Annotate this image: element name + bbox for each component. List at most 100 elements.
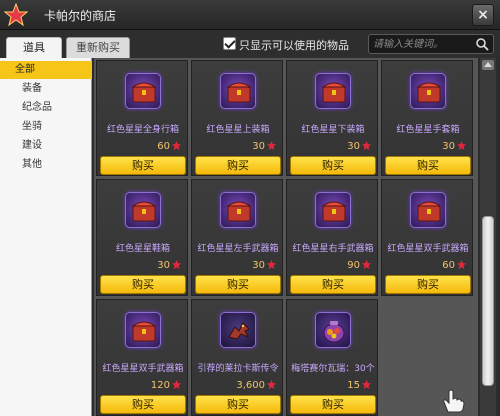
item-price: 120 bbox=[151, 380, 181, 391]
item-card[interactable]: 红色星星手套箱 30 购买 bbox=[381, 60, 473, 176]
category-build[interactable]: 建设 bbox=[0, 137, 92, 155]
buy-button[interactable]: 购买 bbox=[290, 156, 376, 175]
close-button[interactable]: × bbox=[472, 4, 494, 26]
scroll-up-arrow-icon[interactable] bbox=[482, 60, 494, 70]
tab-rebuy[interactable]: 重新购买 bbox=[66, 37, 130, 58]
red-star-gem-icon bbox=[267, 141, 276, 150]
window-title: 卡帕尔的商店 bbox=[44, 9, 117, 23]
search-icon[interactable] bbox=[475, 37, 489, 51]
item-card[interactable]: 红色星星鞋箱 30 购买 bbox=[96, 179, 188, 296]
title-bar[interactable]: 卡帕尔的商店 × bbox=[0, 0, 500, 30]
item-price: 15 bbox=[347, 380, 371, 391]
item-price: 30 bbox=[252, 260, 276, 271]
category-other[interactable]: 其他 bbox=[0, 156, 92, 174]
category-sidebar: 全部 装备 纪念品 坐骑 建设 其他 bbox=[0, 58, 92, 416]
item-card[interactable]: 红色星星全身行箱 60 购买 bbox=[96, 60, 188, 176]
usable-filter-label: 只显示可以使用的物品 bbox=[239, 39, 349, 52]
shop-logo-icon bbox=[4, 3, 28, 27]
red-chest-icon bbox=[125, 312, 161, 348]
category-souvenir[interactable]: 纪念品 bbox=[0, 99, 92, 117]
scroll-thumb[interactable] bbox=[482, 216, 494, 386]
buy-button[interactable]: 购买 bbox=[195, 156, 281, 175]
toolbar: 道具 重新购买 只显示可以使用的物品 bbox=[0, 30, 500, 58]
item-name: 红色星星全身行箱 bbox=[106, 125, 179, 135]
price-value: 60 bbox=[157, 141, 170, 152]
buy-button[interactable]: 购买 bbox=[100, 275, 186, 294]
scrollbar[interactable] bbox=[480, 58, 496, 416]
red-chest-icon bbox=[125, 192, 161, 228]
category-label: 建设 bbox=[22, 140, 42, 151]
buy-button[interactable]: 购买 bbox=[195, 275, 281, 294]
item-name: 红色星星下装箱 bbox=[301, 125, 365, 135]
item-price: 30 bbox=[442, 141, 466, 152]
red-chest-icon bbox=[220, 192, 256, 228]
buy-button[interactable]: 购买 bbox=[385, 156, 471, 175]
red-chest-icon bbox=[410, 192, 446, 228]
item-card[interactable]: 梅塔赛尔瓦瑞：30个 15 购买 bbox=[286, 299, 378, 416]
hand-cursor-icon bbox=[443, 389, 465, 413]
tab-items[interactable]: 道具 bbox=[6, 37, 62, 58]
item-name: 红色星星双手武器箱 bbox=[102, 364, 184, 374]
red-star-gem-icon bbox=[172, 380, 181, 389]
search-box bbox=[368, 34, 494, 54]
category-label: 全部 bbox=[15, 64, 35, 75]
item-price: 30 bbox=[252, 141, 276, 152]
shop-window: 卡帕尔的商店 × 道具 重新购买 只显示可以使用的物品 全部 装备 纪念品 坐骑… bbox=[0, 0, 500, 416]
item-price: 90 bbox=[347, 260, 371, 271]
buy-button[interactable]: 购买 bbox=[290, 275, 376, 294]
price-value: 30 bbox=[442, 141, 455, 152]
item-card[interactable]: 红色星星双手武器箱 60 购买 bbox=[381, 179, 473, 296]
search-input[interactable] bbox=[373, 37, 473, 52]
red-chest-icon bbox=[315, 73, 351, 109]
item-card[interactable]: 红色星星上装箱 30 购买 bbox=[191, 60, 283, 176]
price-value: 90 bbox=[347, 260, 360, 271]
item-name: 红色星星鞋箱 bbox=[115, 244, 170, 254]
category-mount[interactable]: 坐骑 bbox=[0, 118, 92, 136]
red-star-gem-icon bbox=[267, 260, 276, 269]
red-star-gem-icon bbox=[267, 380, 276, 389]
potion-pouch-icon bbox=[315, 312, 351, 348]
item-card[interactable]: 红色星星左手武器箱 30 购买 bbox=[191, 179, 283, 296]
item-name: 梅塔赛尔瓦瑞：30个 bbox=[291, 364, 375, 374]
item-card[interactable]: 红色星星双手武器箱 120 购买 bbox=[96, 299, 188, 416]
price-value: 30 bbox=[347, 141, 360, 152]
item-price: 60 bbox=[157, 141, 181, 152]
item-card[interactable]: 引荐的莱拉卡斯传令 3,600 购买 bbox=[191, 299, 283, 416]
item-card[interactable]: 红色星星右手武器箱 90 购买 bbox=[286, 179, 378, 296]
red-star-gem-icon bbox=[172, 141, 181, 150]
buy-button[interactable]: 购买 bbox=[195, 395, 281, 414]
price-value: 15 bbox=[347, 380, 360, 391]
item-price: 3,600 bbox=[236, 380, 276, 391]
buy-button[interactable]: 购买 bbox=[100, 395, 186, 414]
buy-button[interactable]: 购买 bbox=[290, 395, 376, 414]
usable-filter-checkbox[interactable] bbox=[223, 37, 236, 50]
item-name: 红色星星左手武器箱 bbox=[197, 244, 279, 254]
buy-button[interactable]: 购买 bbox=[385, 275, 471, 294]
red-star-gem-icon bbox=[362, 141, 371, 150]
category-label: 纪念品 bbox=[22, 102, 52, 113]
red-star-gem-icon bbox=[172, 260, 181, 269]
item-card[interactable]: 红色星星下装箱 30 购买 bbox=[286, 60, 378, 176]
item-name: 红色星星手套箱 bbox=[396, 125, 460, 135]
item-grid: 红色星星全身行箱 60 购买 红色星星上装箱 30 购买 红色星星下装箱 30 … bbox=[94, 58, 478, 416]
red-chest-icon bbox=[410, 73, 446, 109]
category-label: 其他 bbox=[22, 159, 42, 170]
red-chest-icon bbox=[125, 73, 161, 109]
item-name: 红色星星上装箱 bbox=[206, 125, 270, 135]
category-equipment[interactable]: 装备 bbox=[0, 80, 92, 98]
red-chest-icon bbox=[220, 73, 256, 109]
category-label: 装备 bbox=[22, 83, 42, 94]
buy-button[interactable]: 购买 bbox=[100, 156, 186, 175]
price-value: 3,600 bbox=[236, 380, 265, 391]
item-price: 30 bbox=[347, 141, 371, 152]
red-star-gem-icon bbox=[457, 141, 466, 150]
price-value: 30 bbox=[252, 260, 265, 271]
item-name: 红色星星右手武器箱 bbox=[292, 244, 374, 254]
item-price: 60 bbox=[442, 260, 466, 271]
category-all[interactable]: 全部 bbox=[0, 61, 92, 79]
price-value: 30 bbox=[252, 141, 265, 152]
red-star-gem-icon bbox=[457, 260, 466, 269]
item-name: 引荐的莱拉卡斯传令 bbox=[197, 364, 279, 374]
price-value: 120 bbox=[150, 380, 170, 391]
price-value: 30 bbox=[157, 260, 170, 271]
